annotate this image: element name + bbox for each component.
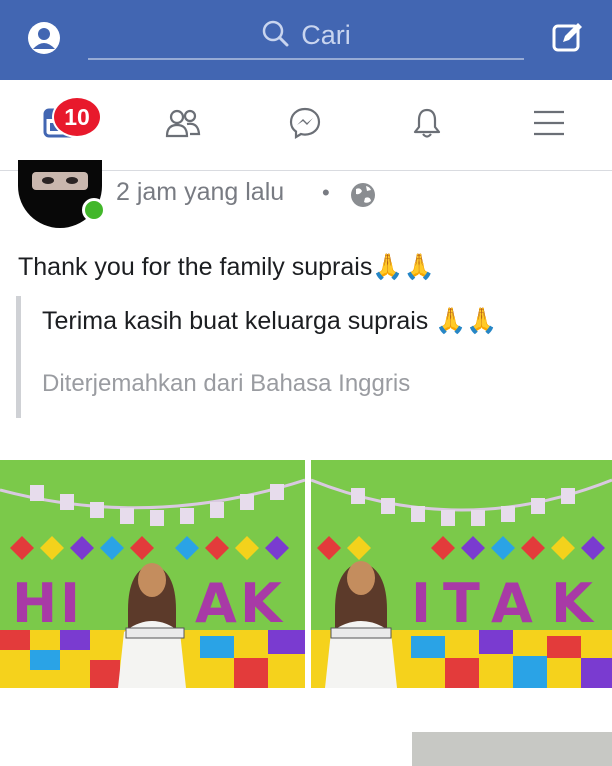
translation-note[interactable]: Diterjemahkan dari Bahasa Inggris <box>42 370 410 398</box>
friends-icon <box>165 107 201 144</box>
post-timestamp[interactable]: 2 jam yang lalu <box>116 178 284 207</box>
svg-text:K: K <box>240 572 284 635</box>
separator-dot: • <box>322 180 330 205</box>
tab-menu[interactable] <box>509 80 589 170</box>
svg-text:I: I <box>411 572 431 635</box>
next-post-preview[interactable] <box>412 732 612 766</box>
profile-icon[interactable] <box>24 18 64 58</box>
post-photo-2[interactable]: IT AK <box>311 460 612 688</box>
online-status-dot <box>82 198 106 222</box>
search-bar[interactable]: Cari <box>88 12 524 60</box>
translated-text: Terima kasih buat keluarga suprais 🙏🙏 <box>42 307 498 335</box>
notifications-icon <box>411 106 443 145</box>
search-icon <box>261 19 289 52</box>
compose-icon[interactable] <box>548 18 588 58</box>
messenger-icon <box>288 106 322 145</box>
svg-text:K: K <box>551 572 595 635</box>
post-text: Thank you for the family suprais🙏🙏 <box>18 253 435 281</box>
search-input[interactable]: Cari <box>301 20 351 51</box>
svg-text:A: A <box>491 572 533 635</box>
svg-text:I: I <box>60 572 80 635</box>
tab-friends[interactable] <box>143 80 223 170</box>
menu-icon <box>533 109 565 142</box>
tab-notifications[interactable] <box>387 80 467 170</box>
globe-icon <box>348 180 378 215</box>
post-photo-1[interactable]: HI AK <box>0 460 305 688</box>
tab-messenger[interactable] <box>265 80 345 170</box>
notification-badge: 10 <box>52 96 102 138</box>
translation-quote-bar <box>16 296 21 418</box>
top-bar: Cari <box>0 0 612 80</box>
svg-text:H: H <box>12 572 57 635</box>
svg-text:A: A <box>195 572 237 635</box>
svg-text:T: T <box>443 572 480 635</box>
